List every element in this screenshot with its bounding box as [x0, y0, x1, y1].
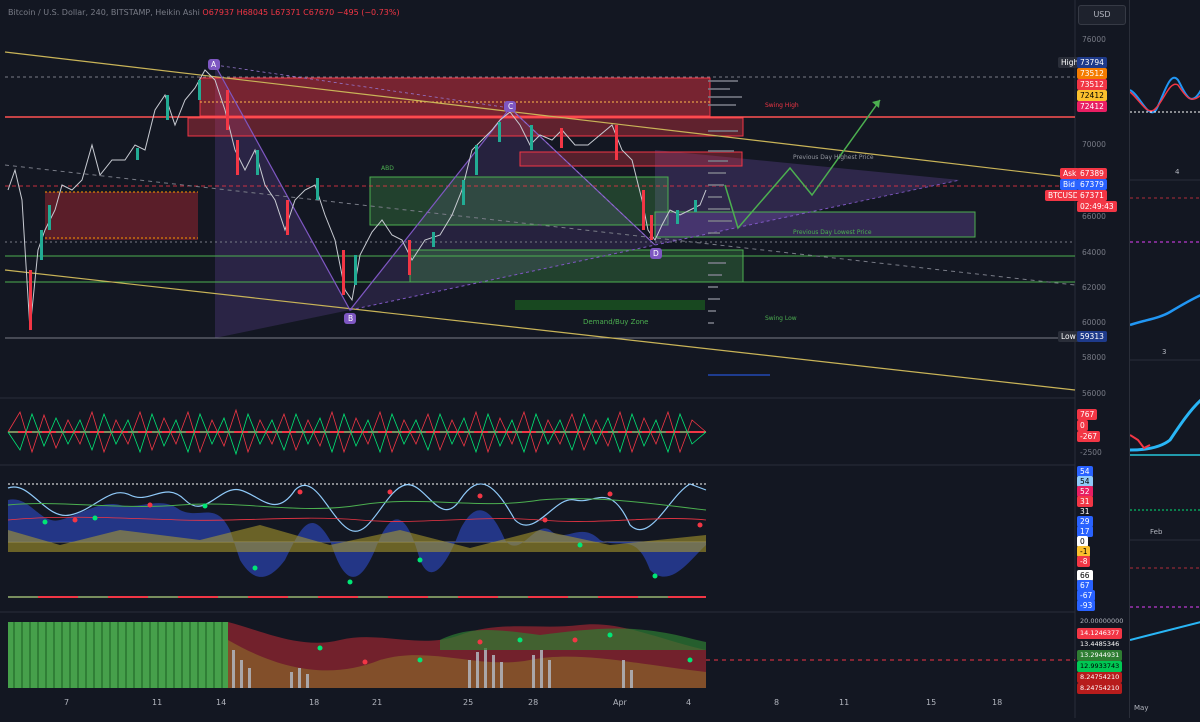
point-d-label: D	[653, 249, 659, 258]
x-tick: Apr	[613, 698, 627, 707]
osc3-tag: 13.4485346	[1077, 639, 1123, 650]
high-value: 73794	[1077, 57, 1107, 68]
price-tick: 76000	[1082, 35, 1106, 44]
osc1-tag: -2500	[1080, 448, 1102, 457]
osc1-tag: 767	[1077, 409, 1098, 420]
abd-label: ABD	[381, 165, 394, 172]
osc3-tag: 12.9933743	[1077, 661, 1123, 672]
price-tick: 56000	[1082, 389, 1106, 398]
price-tag-yellow: 72412	[1077, 90, 1107, 101]
x-tick: 21	[372, 698, 383, 707]
price-tick: 60000	[1082, 318, 1106, 327]
supply-zone-left	[45, 192, 198, 240]
demand-zone-label: Demand/Buy Zone	[583, 318, 649, 326]
side-axis-label: May	[1134, 704, 1149, 712]
swing-high-label: Swing High	[765, 102, 799, 109]
currency-button[interactable]: USD	[1078, 5, 1126, 25]
x-tick: 18	[309, 698, 320, 707]
side-chart-svg	[1129, 0, 1200, 718]
bar-countdown: 02:49:43	[1077, 201, 1117, 212]
supply-zone-mid	[187, 117, 744, 137]
point-b-label: B	[348, 314, 354, 323]
osc2-tag: -8	[1077, 556, 1091, 567]
osc3-tag: 13.2944931	[1077, 650, 1123, 661]
symbol-title[interactable]: Bitcoin / U.S. Dollar, 240, BITSTAMP, He…	[8, 8, 200, 17]
osc3-tag: 14.1246377	[1077, 628, 1123, 639]
demand-zone-lower	[409, 249, 744, 283]
side-chart-panel[interactable]: 4 3 Feb May	[1129, 0, 1200, 718]
x-tick: 28	[528, 698, 539, 707]
side-axis-label: Feb	[1150, 528, 1163, 536]
main-chart[interactable]	[0, 0, 1129, 718]
prev-day-low-label: Previous Day Lowest Price	[793, 229, 872, 236]
price-tick: 64000	[1082, 248, 1106, 257]
x-tick: 8	[774, 698, 780, 707]
osc2-tag: -93	[1077, 600, 1096, 611]
x-tick: 14	[216, 698, 227, 707]
side-axis-label: 3	[1162, 348, 1167, 356]
price-tag-red: 73512	[1077, 79, 1107, 90]
osc3-tag: 8.24754210	[1077, 672, 1123, 683]
price-tick: 66000	[1082, 212, 1106, 221]
osc3-tag: 8.24754210	[1077, 683, 1123, 694]
low-label: Low	[1058, 331, 1079, 342]
price-tag-magenta: 72412	[1077, 101, 1107, 112]
ask-value: 67389	[1077, 168, 1107, 179]
x-tick: 15	[926, 698, 937, 707]
chart-header: Bitcoin / U.S. Dollar, 240, BITSTAMP, He…	[8, 8, 400, 17]
low-value: 59313	[1077, 331, 1107, 342]
bid-value: 67379	[1077, 179, 1107, 190]
demand-zone-upper	[369, 176, 669, 226]
point-a-label: A	[211, 60, 217, 69]
osc1-tag: 0	[1077, 420, 1088, 431]
x-tick: 25	[463, 698, 474, 707]
last-price-value: 67371	[1077, 190, 1107, 201]
price-tick: 58000	[1082, 353, 1106, 362]
bid-label: Bid	[1060, 179, 1078, 190]
x-tick: 7	[64, 698, 70, 707]
price-tick: 62000	[1082, 283, 1106, 292]
x-tick: 11	[839, 698, 850, 707]
swing-low-label: Swing Low	[765, 315, 797, 322]
x-tick: 18	[992, 698, 1003, 707]
side-axis-label: 4	[1175, 168, 1180, 176]
price-tag-orange: 73512	[1077, 68, 1107, 79]
point-c-label: C	[508, 102, 514, 111]
osc3-tag: 20.00000000	[1080, 617, 1124, 625]
prev-day-high-label: Previous Day Highest Price	[793, 154, 874, 161]
demand-buy-zone	[515, 300, 705, 310]
price-tick: 70000	[1082, 140, 1106, 149]
x-tick: 4	[686, 698, 692, 707]
x-tick: 11	[152, 698, 163, 707]
osc1-tag: -267	[1077, 431, 1101, 442]
ohlc-values: O67937 H68045 L67371 C67670 −495 (−0.73%…	[202, 8, 400, 17]
